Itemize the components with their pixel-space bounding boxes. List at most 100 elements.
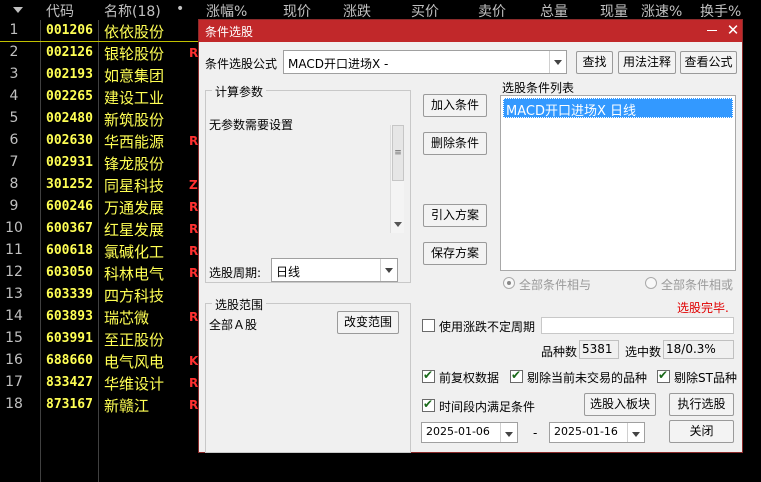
minimize-icon[interactable] xyxy=(707,30,717,31)
import-scheme-button[interactable]: 引入方案 xyxy=(423,204,487,227)
stock-name: 同星科技 xyxy=(104,177,165,195)
stock-name: 电气风电 xyxy=(104,353,165,371)
stock-row[interactable]: 8 301252 同星科技 Z xyxy=(0,174,200,196)
delete-condition-button[interactable]: 删除条件 xyxy=(423,132,487,155)
chevron-down-icon[interactable] xyxy=(500,423,517,442)
row-number: 6 xyxy=(9,132,19,148)
col-volume[interactable]: 总量 xyxy=(540,1,568,21)
stock-flag: K xyxy=(189,354,199,368)
close-button[interactable]: 关闭 xyxy=(669,420,734,443)
stock-row[interactable]: 13 603339 四方科技 xyxy=(0,284,200,306)
change-range-button[interactable]: 改变范围 xyxy=(337,311,399,334)
stock-row[interactable]: 17 833427 华维设计 R xyxy=(0,372,200,394)
stock-row[interactable]: 5 002480 新筑股份 xyxy=(0,108,200,130)
sort-arrow-icon[interactable] xyxy=(13,7,23,13)
condition-list[interactable]: MACD开口进场X 日线 xyxy=(500,95,736,271)
stock-row[interactable]: 12 603050 科林电气 R xyxy=(0,262,200,284)
stock-name: 建设工业 xyxy=(104,89,165,107)
stock-row[interactable]: 2 002126 银轮股份 R xyxy=(0,42,200,64)
stock-row[interactable]: 15 603991 至正股份 xyxy=(0,328,200,350)
stock-name: 万通发展 xyxy=(104,199,165,217)
stock-code: 600618 xyxy=(46,243,93,258)
col-name[interactable]: 名称(18) xyxy=(104,1,161,21)
col-bid[interactable]: 买价 xyxy=(411,1,439,21)
stock-flag: R xyxy=(189,376,199,390)
stock-row[interactable]: 9 600246 万通发展 R xyxy=(0,196,200,218)
stock-code: 603893 xyxy=(46,309,93,324)
col-cur-volume[interactable]: 现量 xyxy=(600,1,628,21)
formula-value: MACD开口进场X - xyxy=(288,57,389,71)
period-input[interactable] xyxy=(541,317,734,334)
stock-code: 873167 xyxy=(46,397,93,412)
stock-flag: R xyxy=(189,46,199,60)
dialog-titlebar[interactable]: 条件选股 ✕ xyxy=(199,20,742,42)
radio-or[interactable] xyxy=(645,277,657,289)
stock-code: 833427 xyxy=(46,375,93,390)
date-separator: - xyxy=(533,426,538,440)
stock-row[interactable]: 11 600618 氯碱化工 R xyxy=(0,240,200,262)
row-number: 2 xyxy=(9,44,19,60)
stock-row[interactable]: 18 873167 新赣江 R xyxy=(0,394,200,416)
use-period-checkbox[interactable] xyxy=(422,319,435,332)
stock-flag: R xyxy=(189,310,199,324)
total-label: 品种数 xyxy=(541,345,578,359)
scrollbar-thumb[interactable]: ≡ xyxy=(392,125,404,181)
condition-list-item[interactable]: MACD开口进场X 日线 xyxy=(503,98,733,119)
find-button[interactable]: 查找 xyxy=(576,51,613,74)
stock-row[interactable]: 14 603893 瑞芯微 R xyxy=(0,306,200,328)
stock-name: 四方科技 xyxy=(104,287,165,305)
stock-screener-dialog: 条件选股 ✕ 条件选股公式 MACD开口进场X - 查找 用法注释 查看公式 计… xyxy=(198,19,743,453)
chevron-down-icon[interactable] xyxy=(627,423,644,442)
col-change-pct[interactable]: 涨幅% xyxy=(206,1,247,21)
stock-code: 301252 xyxy=(46,177,93,192)
pre-adjust-checkbox[interactable] xyxy=(422,368,435,383)
stock-flag: R xyxy=(189,200,199,214)
stock-row[interactable]: 16 688660 电气风电 K xyxy=(0,350,200,372)
chevron-down-icon[interactable] xyxy=(380,259,397,281)
stock-row[interactable]: 10 600367 红星发展 R xyxy=(0,218,200,240)
scroll-down-icon[interactable] xyxy=(394,222,402,227)
row-number: 9 xyxy=(9,198,19,214)
view-formula-button[interactable]: 查看公式 xyxy=(680,51,737,74)
row-number: 14 xyxy=(5,308,23,324)
exclude-untraded-checkbox[interactable] xyxy=(510,368,523,383)
col-dot: • xyxy=(176,1,185,17)
formula-select[interactable]: MACD开口进场X - xyxy=(283,50,567,74)
stock-flag: Z xyxy=(189,178,198,192)
range-group-title: 选股范围 xyxy=(212,296,267,313)
time-range-label: 时间段内满足条件 xyxy=(439,400,536,414)
col-speed[interactable]: 涨速% xyxy=(641,1,682,21)
col-turnover[interactable]: 换手% xyxy=(700,1,741,21)
stock-code: 001206 xyxy=(46,23,93,38)
end-date-picker[interactable]: 2025-01-16 xyxy=(549,422,645,443)
stock-code: 002126 xyxy=(46,45,93,60)
exclude-st-checkbox[interactable] xyxy=(657,368,670,383)
stock-name: 新赣江 xyxy=(104,397,150,415)
execute-button[interactable]: 执行选股 xyxy=(669,393,734,416)
stock-row[interactable]: 4 002265 建设工业 xyxy=(0,86,200,108)
radio-and-label: 全部条件相与 xyxy=(519,278,592,292)
close-icon[interactable]: ✕ xyxy=(725,21,741,39)
usage-notes-button[interactable]: 用法注释 xyxy=(618,51,676,74)
start-date-picker[interactable]: 2025-01-06 xyxy=(421,422,518,443)
row-number: 5 xyxy=(9,110,19,126)
col-price[interactable]: 现价 xyxy=(283,1,311,21)
add-condition-button[interactable]: 加入条件 xyxy=(423,94,487,117)
status-text: 选股完毕. xyxy=(677,301,729,315)
add-to-board-button[interactable]: 选股入板块 xyxy=(584,393,656,416)
time-range-checkbox[interactable] xyxy=(422,397,435,412)
stock-row[interactable]: 6 002630 华西能源 R xyxy=(0,130,200,152)
chevron-down-icon[interactable] xyxy=(549,51,566,73)
save-scheme-button[interactable]: 保存方案 xyxy=(423,242,487,265)
params-text: 无参数需要设置 xyxy=(209,118,294,132)
radio-and[interactable] xyxy=(503,277,515,289)
period-select[interactable]: 日线 xyxy=(271,258,398,282)
col-code[interactable]: 代码 xyxy=(46,1,74,21)
params-scrollbar[interactable]: ≡ xyxy=(390,125,404,233)
stock-row[interactable]: 3 002193 如意集团 xyxy=(0,64,200,86)
col-ask[interactable]: 卖价 xyxy=(478,1,506,21)
stock-row[interactable]: 7 002931 锋龙股份 xyxy=(0,152,200,174)
stock-code: 002480 xyxy=(46,111,93,126)
stock-row[interactable]: 1 001206 依依股份 xyxy=(0,20,200,42)
col-change[interactable]: 涨跌 xyxy=(343,1,371,21)
